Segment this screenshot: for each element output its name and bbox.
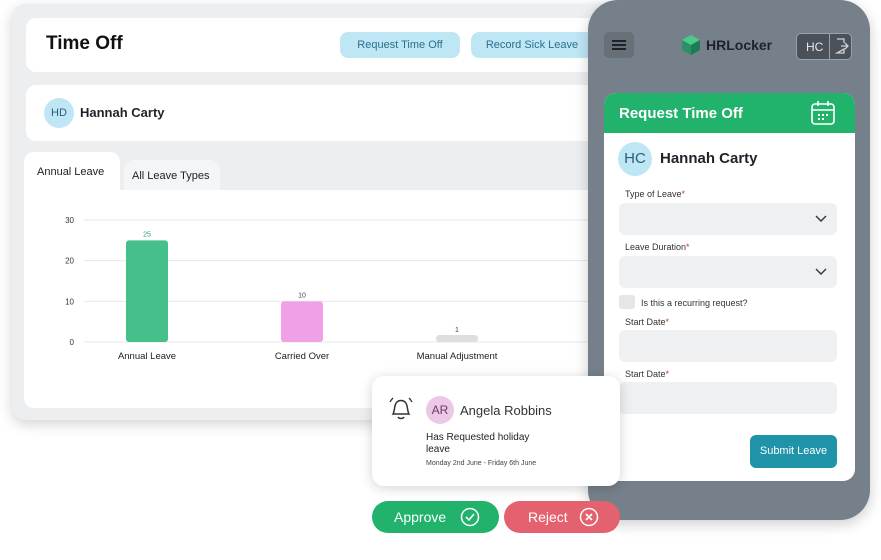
menu-icon[interactable]	[604, 32, 634, 58]
y-tick-label: 30	[65, 216, 74, 225]
reject-label: Reject	[528, 509, 568, 525]
category-label: Manual Adjustment	[417, 351, 498, 362]
form-header: Request Time Off	[604, 93, 855, 133]
page-title: Time Off	[46, 33, 123, 54]
employee-name: Hannah Carty	[660, 150, 758, 167]
tab-all-leave-types[interactable]: All Leave Types	[124, 160, 220, 190]
tab-label: All Leave Types	[132, 170, 210, 182]
request-time-off-button[interactable]: Request Time Off	[340, 32, 460, 58]
calendar-icon	[811, 101, 835, 125]
data-label: 1	[455, 327, 459, 334]
bar-carried-over	[281, 301, 323, 342]
avatar: HC	[618, 142, 652, 176]
user-initials: HC	[806, 40, 824, 54]
chevron-down-icon	[815, 215, 827, 222]
avatar: HD	[44, 98, 74, 128]
record-sick-leave-button[interactable]: Record Sick Leave	[471, 32, 593, 58]
leave-duration-label: Leave Duration*	[625, 242, 690, 252]
submit-leave-button[interactable]: Submit Leave	[750, 435, 837, 468]
y-tick-label: 10	[65, 297, 74, 306]
employee-bar: HD Hannah Carty	[26, 85, 626, 141]
request-dates: Monday 2nd June - Friday 6th June	[426, 460, 537, 467]
logout-icon[interactable]	[835, 38, 849, 54]
leave-duration-select[interactable]	[619, 256, 837, 288]
approve-button[interactable]: Approve	[372, 501, 499, 533]
notification-card: AR Angela Robbins Has Requested holiday …	[372, 376, 620, 486]
recurring-label: Is this a recurring request?	[641, 298, 748, 308]
approve-label: Approve	[394, 509, 447, 525]
data-label: 25	[143, 231, 151, 238]
close-circle-icon	[579, 507, 599, 527]
bar-annual-leave	[126, 240, 168, 342]
start-date-field[interactable]	[619, 330, 837, 362]
employee-name: Hannah Carty	[80, 105, 165, 120]
reject-button[interactable]: Reject	[504, 501, 620, 533]
bar-manual-adjustment	[436, 335, 478, 342]
start-date-label: Start Date*	[625, 317, 670, 327]
user-badge[interactable]: HC	[796, 33, 852, 60]
avatar: AR	[426, 396, 454, 424]
tab-annual-leave[interactable]: Annual Leave	[24, 152, 120, 190]
data-label: 10	[298, 292, 306, 299]
tab-label: Annual Leave	[37, 166, 105, 178]
y-tick-label: 0	[70, 338, 75, 347]
type-of-leave-label: Type of Leave*	[625, 189, 686, 199]
leave-bar-chart: 30 20 10 0 25 Annual Leave 10 Carried Over 1 Man…	[65, 216, 590, 362]
type-of-leave-select[interactable]	[619, 203, 837, 235]
form-title: Request Time Off	[619, 105, 743, 122]
logo-text: HRLocker	[706, 37, 773, 53]
end-date-field[interactable]	[619, 382, 837, 414]
end-date-label: Start Date*	[625, 369, 670, 379]
category-label: Carried Over	[275, 351, 329, 362]
requester-name: Angela Robbins	[460, 403, 552, 418]
category-label: Annual Leave	[118, 351, 176, 362]
logo-cube-icon	[682, 35, 700, 55]
check-circle-icon	[460, 507, 480, 527]
notification-message: Has Requested holiday leave	[426, 432, 530, 455]
y-tick-label: 20	[65, 257, 74, 266]
bell-icon	[389, 397, 413, 420]
recurring-checkbox[interactable]	[619, 295, 635, 309]
page-header: Time Off Request Time Off Record Sick Le…	[26, 18, 626, 72]
chevron-down-icon	[815, 268, 827, 275]
